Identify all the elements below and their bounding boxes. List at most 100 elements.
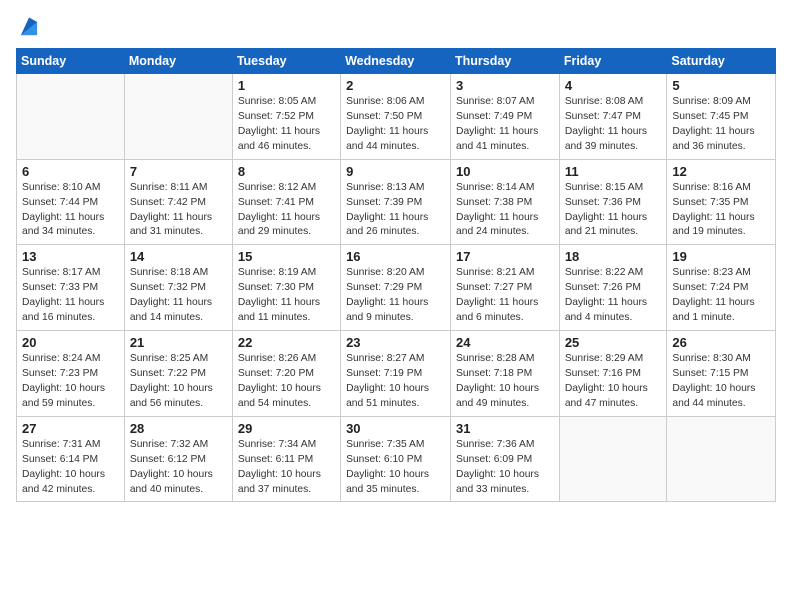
calendar-cell: 23 Sunrise: 8:27 AM Sunset: 7:19 PM Dayli… — [341, 331, 451, 417]
day-number: 14 — [130, 249, 227, 264]
day-info: Sunrise: 7:31 AM Sunset: 6:14 PM Dayligh… — [22, 438, 119, 498]
calendar-cell: 9 Sunrise: 8:13 AM Sunset: 7:39 PM Daylig… — [341, 159, 451, 245]
day-number: 22 — [238, 335, 335, 350]
calendar-cell: 30 Sunrise: 7:35 AM Sunset: 6:10 PM Dayli… — [341, 416, 451, 502]
calendar-cell: 24 Sunrise: 8:28 AM Sunset: 7:18 PM Dayli… — [451, 331, 560, 417]
day-info: Sunrise: 8:14 AM Sunset: 7:38 PM Dayligh… — [456, 181, 554, 241]
calendar-cell: 6 Sunrise: 8:10 AM Sunset: 7:44 PM Daylig… — [17, 159, 125, 245]
calendar-cell: 25 Sunrise: 8:29 AM Sunset: 7:16 PM Dayli… — [559, 331, 667, 417]
weekday-header-row: SundayMondayTuesdayWednesdayThursdayFrid… — [17, 49, 776, 74]
day-info: Sunrise: 8:07 AM Sunset: 7:49 PM Dayligh… — [456, 95, 554, 155]
day-number: 4 — [565, 78, 662, 93]
day-number: 9 — [346, 164, 445, 179]
day-number: 30 — [346, 421, 445, 436]
day-info: Sunrise: 8:12 AM Sunset: 7:41 PM Dayligh… — [238, 181, 335, 241]
weekday-header-saturday: Saturday — [667, 49, 776, 74]
day-number: 21 — [130, 335, 227, 350]
weekday-header-wednesday: Wednesday — [341, 49, 451, 74]
logo-icon — [18, 16, 40, 38]
day-info: Sunrise: 8:21 AM Sunset: 7:27 PM Dayligh… — [456, 266, 554, 326]
day-number: 29 — [238, 421, 335, 436]
calendar-cell: 5 Sunrise: 8:09 AM Sunset: 7:45 PM Daylig… — [667, 74, 776, 160]
calendar-cell: 8 Sunrise: 8:12 AM Sunset: 7:41 PM Daylig… — [232, 159, 340, 245]
week-row-4: 20 Sunrise: 8:24 AM Sunset: 7:23 PM Dayli… — [17, 331, 776, 417]
weekday-header-thursday: Thursday — [451, 49, 560, 74]
calendar-cell: 10 Sunrise: 8:14 AM Sunset: 7:38 PM Dayli… — [451, 159, 560, 245]
day-number: 12 — [672, 164, 770, 179]
day-number: 10 — [456, 164, 554, 179]
day-info: Sunrise: 8:09 AM Sunset: 7:45 PM Dayligh… — [672, 95, 770, 155]
page: SundayMondayTuesdayWednesdayThursdayFrid… — [0, 0, 792, 514]
week-row-1: 1 Sunrise: 8:05 AM Sunset: 7:52 PM Daylig… — [17, 74, 776, 160]
calendar-cell — [559, 416, 667, 502]
day-info: Sunrise: 8:26 AM Sunset: 7:20 PM Dayligh… — [238, 352, 335, 412]
day-number: 17 — [456, 249, 554, 264]
day-number: 19 — [672, 249, 770, 264]
day-info: Sunrise: 8:19 AM Sunset: 7:30 PM Dayligh… — [238, 266, 335, 326]
calendar-cell: 11 Sunrise: 8:15 AM Sunset: 7:36 PM Dayli… — [559, 159, 667, 245]
day-number: 23 — [346, 335, 445, 350]
week-row-3: 13 Sunrise: 8:17 AM Sunset: 7:33 PM Dayli… — [17, 245, 776, 331]
calendar-cell: 12 Sunrise: 8:16 AM Sunset: 7:35 PM Dayli… — [667, 159, 776, 245]
calendar-cell: 21 Sunrise: 8:25 AM Sunset: 7:22 PM Dayli… — [124, 331, 232, 417]
calendar-cell — [124, 74, 232, 160]
weekday-header-monday: Monday — [124, 49, 232, 74]
day-number: 28 — [130, 421, 227, 436]
day-info: Sunrise: 8:25 AM Sunset: 7:22 PM Dayligh… — [130, 352, 227, 412]
day-info: Sunrise: 7:35 AM Sunset: 6:10 PM Dayligh… — [346, 438, 445, 498]
weekday-header-sunday: Sunday — [17, 49, 125, 74]
day-info: Sunrise: 8:15 AM Sunset: 7:36 PM Dayligh… — [565, 181, 662, 241]
calendar-table: SundayMondayTuesdayWednesdayThursdayFrid… — [16, 48, 776, 502]
day-number: 7 — [130, 164, 227, 179]
calendar-cell: 26 Sunrise: 8:30 AM Sunset: 7:15 PM Dayli… — [667, 331, 776, 417]
calendar-cell: 4 Sunrise: 8:08 AM Sunset: 7:47 PM Daylig… — [559, 74, 667, 160]
day-info: Sunrise: 8:13 AM Sunset: 7:39 PM Dayligh… — [346, 181, 445, 241]
day-info: Sunrise: 8:23 AM Sunset: 7:24 PM Dayligh… — [672, 266, 770, 326]
day-info: Sunrise: 8:05 AM Sunset: 7:52 PM Dayligh… — [238, 95, 335, 155]
day-info: Sunrise: 8:29 AM Sunset: 7:16 PM Dayligh… — [565, 352, 662, 412]
calendar-cell: 28 Sunrise: 7:32 AM Sunset: 6:12 PM Dayli… — [124, 416, 232, 502]
day-number: 5 — [672, 78, 770, 93]
day-info: Sunrise: 8:22 AM Sunset: 7:26 PM Dayligh… — [565, 266, 662, 326]
day-info: Sunrise: 8:10 AM Sunset: 7:44 PM Dayligh… — [22, 181, 119, 241]
calendar-cell: 22 Sunrise: 8:26 AM Sunset: 7:20 PM Dayli… — [232, 331, 340, 417]
calendar-cell: 27Sunrise: 7:31 AM Sunset: 6:14 PM Dayli… — [17, 416, 125, 502]
calendar-cell: 2Sunrise: 8:06 AM Sunset: 7:50 PM Daylig… — [341, 74, 451, 160]
day-number: 8 — [238, 164, 335, 179]
day-number: 26 — [672, 335, 770, 350]
day-info: Sunrise: 8:17 AM Sunset: 7:33 PM Dayligh… — [22, 266, 119, 326]
header — [16, 16, 776, 38]
calendar-cell: 19 Sunrise: 8:23 AM Sunset: 7:24 PM Dayli… — [667, 245, 776, 331]
day-number: 13 — [22, 249, 119, 264]
day-number: 25 — [565, 335, 662, 350]
day-info: Sunrise: 8:08 AM Sunset: 7:47 PM Dayligh… — [565, 95, 662, 155]
weekday-header-tuesday: Tuesday — [232, 49, 340, 74]
day-info: Sunrise: 8:24 AM Sunset: 7:23 PM Dayligh… — [22, 352, 119, 412]
calendar-cell: 13 Sunrise: 8:17 AM Sunset: 7:33 PM Dayli… — [17, 245, 125, 331]
day-number: 1 — [238, 78, 335, 93]
calendar-cell: 14Sunrise: 8:18 AM Sunset: 7:32 PM Dayli… — [124, 245, 232, 331]
day-number: 20 — [22, 335, 119, 350]
day-info: Sunrise: 7:32 AM Sunset: 6:12 PM Dayligh… — [130, 438, 227, 498]
calendar-cell: 7 Sunrise: 8:11 AM Sunset: 7:42 PM Daylig… — [124, 159, 232, 245]
day-number: 11 — [565, 164, 662, 179]
day-info: Sunrise: 8:28 AM Sunset: 7:18 PM Dayligh… — [456, 352, 554, 412]
day-info: Sunrise: 8:16 AM Sunset: 7:35 PM Dayligh… — [672, 181, 770, 241]
weekday-header-friday: Friday — [559, 49, 667, 74]
day-number: 24 — [456, 335, 554, 350]
day-number: 2 — [346, 78, 445, 93]
day-info: Sunrise: 8:11 AM Sunset: 7:42 PM Dayligh… — [130, 181, 227, 241]
calendar-cell: 20 Sunrise: 8:24 AM Sunset: 7:23 PM Dayli… — [17, 331, 125, 417]
calendar-cell: 29 Sunrise: 7:34 AM Sunset: 6:11 PM Dayli… — [232, 416, 340, 502]
day-info: Sunrise: 8:20 AM Sunset: 7:29 PM Dayligh… — [346, 266, 445, 326]
day-info: Sunrise: 8:27 AM Sunset: 7:19 PM Dayligh… — [346, 352, 445, 412]
calendar-cell — [667, 416, 776, 502]
calendar-cell: 18Sunrise: 8:22 AM Sunset: 7:26 PM Dayli… — [559, 245, 667, 331]
calendar-cell — [17, 74, 125, 160]
day-number: 6 — [22, 164, 119, 179]
day-info: Sunrise: 8:30 AM Sunset: 7:15 PM Dayligh… — [672, 352, 770, 412]
day-info: Sunrise: 7:36 AM Sunset: 6:09 PM Dayligh… — [456, 438, 554, 498]
day-info: Sunrise: 7:34 AM Sunset: 6:11 PM Dayligh… — [238, 438, 335, 498]
calendar-cell: 17 Sunrise: 8:21 AM Sunset: 7:27 PM Dayli… — [451, 245, 560, 331]
calendar-cell: 16Sunrise: 8:20 AM Sunset: 7:29 PM Dayli… — [341, 245, 451, 331]
